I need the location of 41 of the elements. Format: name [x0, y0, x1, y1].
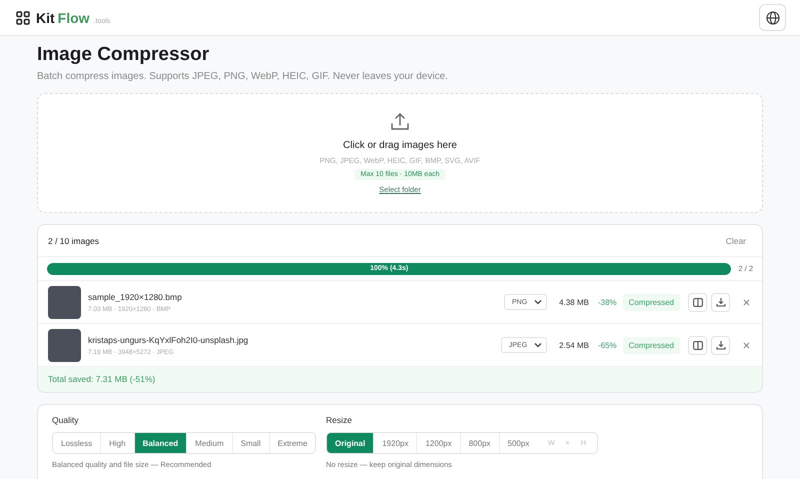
upload-icon	[390, 112, 410, 132]
compressed-size: 2.54 MB	[559, 340, 589, 350]
drop-title: Click or drag images here	[343, 140, 457, 151]
globe-icon	[766, 10, 780, 24]
clear-button[interactable]: Clear	[726, 236, 746, 246]
caret-icon	[534, 342, 542, 348]
brand-name: Kit	[36, 10, 55, 26]
compare-button[interactable]	[688, 336, 707, 354]
compressed-size: 4.38 MB	[559, 298, 589, 306]
file-name: sample_1920×1280.bmp	[88, 292, 183, 302]
split-view-icon	[692, 298, 702, 306]
resize-option[interactable]: Original	[327, 433, 374, 453]
download-button[interactable]	[711, 292, 730, 312]
total-saved: Total saved: 7.31 MB (-51%)	[38, 367, 762, 392]
caret-icon	[534, 299, 542, 305]
status-badge: Compressed	[622, 336, 680, 354]
download-button[interactable]	[711, 336, 730, 354]
file-name: kristaps-ungurs-KqYxlFoh2I0-unsplash.jpg	[88, 334, 250, 344]
saving-percent: -65%	[598, 340, 617, 350]
page-title: Image Compressor	[37, 44, 210, 66]
download-icon	[716, 340, 726, 350]
compare-button[interactable]	[688, 292, 707, 312]
language-button[interactable]	[759, 4, 786, 31]
remove-button[interactable]	[741, 340, 752, 350]
photo-placeholder	[48, 328, 81, 362]
image-count: 2 / 10 images	[48, 236, 100, 246]
photo-placeholder	[48, 286, 81, 318]
quality-label: Quality	[52, 415, 78, 425]
download-icon	[716, 297, 726, 307]
saving-percent: -38%	[598, 298, 617, 306]
grid-logo-icon	[16, 10, 30, 24]
status-badge: Compressed	[622, 294, 680, 310]
remove-button[interactable]	[741, 296, 752, 308]
close-icon	[743, 298, 750, 306]
page-subtitle: Batch compress images. Supports JPEG, PNG, WebP, HEIC, GIF. Never leaves your device.	[37, 71, 449, 82]
close-icon	[743, 342, 750, 348]
brand-name-accent: Flow	[58, 10, 90, 26]
quality-option[interactable]: Lossless	[53, 433, 102, 453]
quality-option[interactable]: Balanced	[134, 433, 188, 453]
split-view-icon	[692, 340, 702, 350]
resize-label: Resize	[326, 415, 352, 425]
